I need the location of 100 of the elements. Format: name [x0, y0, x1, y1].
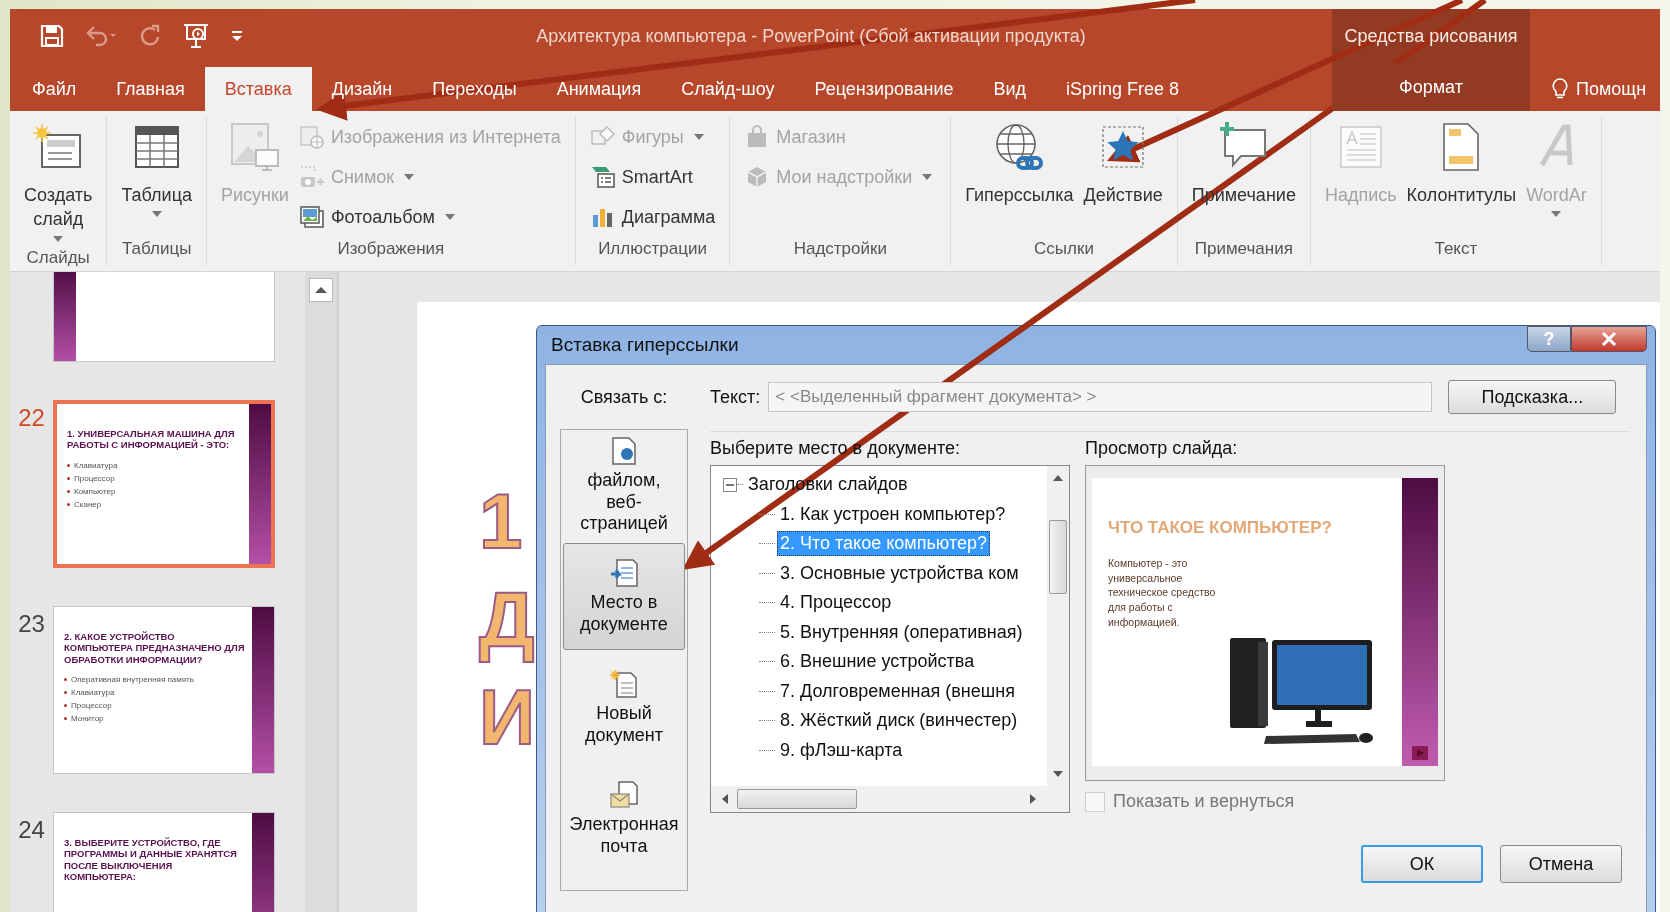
tell-me-field[interactable]: Помощн — [1576, 78, 1647, 100]
scroll-right-icon[interactable] — [1029, 793, 1037, 805]
slide-thumbnail[interactable]: 1. УНИВЕРСАЛЬНАЯ МАШИНА ДЛЯ РАБОТЫ С ИНФОРМАЦИЕЙ - ЭТО: Клавиатура Процессор Компьютер Сканер — [53, 400, 275, 568]
scroll-down-icon[interactable] — [1052, 770, 1064, 778]
thumbnail-title: 3. ВЫБЕРИТЕ УСТРОЙСТВО, ГДЕ ПРОГРАММЫ И ДАННЫЕ ХРАНЯТСЯ ПОСЛЕ ВЫКЛЮЧЕНИЯ КОМПЬЮТЕРА: — [64, 837, 238, 883]
caret-icon — [1551, 211, 1562, 218]
ribbon-tab[interactable]: Переходы — [412, 67, 537, 111]
dialog-button[interactable]: ОК — [1361, 845, 1483, 883]
caret-icon — [404, 174, 415, 180]
ribbon-button[interactable]: Создать слайд — [20, 117, 97, 248]
text-label: Текст: — [710, 386, 761, 408]
smartart-icon — [589, 165, 616, 189]
play-icon — [1412, 746, 1428, 760]
link-type-button[interactable]: файлом, веб-страницей — [563, 432, 685, 539]
thumbnail-bullet: Сканер — [67, 499, 243, 509]
scroll-thumb[interactable] — [1049, 520, 1067, 594]
checkbox-label: Показать и вернуться — [1113, 791, 1295, 812]
group-label: Изображения — [336, 239, 446, 260]
group-label: Текст — [1433, 239, 1479, 260]
screentip-button[interactable]: Подсказка... — [1448, 380, 1617, 414]
group-label: Слайды — [25, 247, 91, 268]
slide-number: 23 — [17, 609, 46, 638]
slide-number: 22 — [17, 403, 46, 432]
vertical-scrollbar[interactable] — [1047, 466, 1069, 786]
tree-item[interactable]: 7. Долговременная (внешня — [777, 678, 1018, 704]
photo-album-icon — [298, 205, 325, 229]
scroll-thumb[interactable] — [737, 789, 857, 809]
thumbnail-bullet: Клавиатура — [64, 688, 246, 698]
document-envelope-icon — [609, 779, 639, 810]
contextual-tab-header: Средства рисования — [1344, 25, 1518, 47]
slide-title-letter: И — [479, 672, 537, 763]
slideshow-icon[interactable] — [182, 23, 210, 49]
online-picture-icon — [298, 125, 325, 149]
preview-label: Просмотр слайда: — [1085, 438, 1239, 459]
scrollbar[interactable] — [305, 272, 339, 912]
scroll-up-icon[interactable] — [309, 278, 333, 302]
window-title: Архитектура компьютера - PowerPoint (Сбой активации продукта) — [535, 25, 1087, 47]
ribbon-tab[interactable]: Рецензирование — [794, 67, 974, 111]
group-label: Иллюстрации — [597, 239, 708, 260]
tree-item[interactable]: 4. Процессор — [777, 590, 895, 616]
customize-icon[interactable] — [230, 29, 244, 43]
ribbon-button[interactable]: Колонтитулы — [1402, 117, 1521, 239]
globe-link-icon — [994, 122, 1045, 172]
ribbon-tab[interactable]: Вставка — [204, 67, 312, 111]
tree-item[interactable]: 3. Основные устройства ком — [777, 560, 1022, 586]
slide-title-letter: 1 — [479, 476, 524, 567]
ribbon-button[interactable]: Таблица — [117, 117, 196, 239]
link-type-button[interactable]: Место в документе — [563, 543, 685, 650]
tree-item[interactable]: 8. Жёсткий диск (винчестер) — [777, 708, 1021, 734]
collapse-icon[interactable] — [723, 477, 737, 492]
scroll-up-icon[interactable] — [1052, 474, 1064, 482]
dialog-title: Вставка гиперссылки — [550, 334, 739, 356]
slide-thumbnail[interactable]: 2. КАКОЕ УСТРОЙСТВО КОМПЬЮТЕРА ПРЕДНАЗНАЧЕНО ДЛЯ ОБРАБОТКИ ИНФОРМАЦИИ? Оперативная внутренняя память Клавиатура Процессор Монитор — [53, 606, 275, 774]
group-label: Ссылки — [1033, 239, 1095, 260]
new-document-icon — [609, 668, 639, 699]
page-icon — [1441, 122, 1482, 172]
ribbon-tab[interactable]: Формат — [1332, 63, 1530, 111]
thumbnail-title: 1. УНИВЕРСАЛЬНАЯ МАШИНА ДЛЯ РАБОТЫ С ИНФОРМАЦИЕЙ - ЭТО: — [67, 428, 236, 451]
link-type-button[interactable]: Электронная почта — [563, 765, 685, 872]
ribbon-button[interactable]: Действие — [1079, 117, 1167, 239]
tree-item[interactable]: 1. Как устроен компьютер? — [777, 501, 1009, 527]
ribbon-button[interactable]: Диаграмма — [585, 199, 720, 235]
save-icon[interactable] — [40, 24, 64, 48]
link-to-label: Связать с: — [579, 385, 669, 409]
thumbnail-title: 2. КАКОЕ УСТРОЙСТВО КОМПЬЮТЕРА ПРЕДНАЗНАЧЕНО ДЛЯ ОБРАБОТКИ ИНФОРМАЦИИ? — [64, 631, 246, 666]
thumbnail-bullet: Оперативная внутренняя память — [64, 675, 246, 685]
horizontal-scrollbar[interactable] — [711, 786, 1069, 812]
lightbulb-icon — [1552, 78, 1568, 100]
thumbnail-bullet: Процессор — [67, 473, 243, 483]
document-arrow-icon — [609, 557, 639, 588]
ribbon-tab[interactable]: Файл — [12, 67, 97, 111]
link-type-button[interactable]: Новый документ — [563, 654, 685, 761]
close-button[interactable] — [1571, 326, 1647, 352]
textbox-icon — [1337, 124, 1384, 170]
ribbon-tab[interactable]: Слайд-шоу — [661, 67, 795, 111]
scroll-left-icon[interactable] — [721, 793, 729, 805]
ribbon-button[interactable]: Фотоальбом — [294, 199, 565, 235]
ribbon-tab[interactable]: iSpring Free 8 — [1046, 67, 1200, 111]
tree-item[interactable]: 6. Внешние устройства — [777, 649, 978, 675]
thumbnail-bullet: Монитор — [64, 714, 246, 724]
camera-icon — [298, 165, 325, 189]
document-globe-icon — [609, 436, 639, 467]
slide-thumbnail[interactable]: 3. ВЫБЕРИТЕ УСТРОЙСТВО, ГДЕ ПРОГРАММЫ И ДАННЫЕ ХРАНЯТСЯ ПОСЛЕ ВЫКЛЮЧЕНИЯ КОМПЬЮТЕРА: — [53, 812, 275, 912]
tree-item[interactable]: 9. фЛэш-карта — [777, 737, 906, 763]
dialog-button[interactable]: Отмена — [1500, 845, 1622, 883]
tree-item[interactable]: 5. Внутренняя (оперативная) — [777, 619, 1026, 645]
ribbon-button[interactable]: SmartArt — [585, 159, 720, 195]
group-label: Примечания — [1193, 239, 1294, 260]
preview-slide-text: Компьютер - это универсальное техническое средство для работы с информацией. — [1108, 556, 1217, 630]
ribbon-tab[interactable]: Анимация — [536, 67, 662, 111]
ribbon-tab[interactable]: Дизайн — [311, 67, 413, 111]
ribbon-tab[interactable]: Главная — [96, 67, 205, 111]
slide-title-letter: Д — [479, 574, 536, 665]
slide-number: 24 — [17, 815, 46, 844]
close-icon — [1601, 332, 1617, 346]
slide-thumbnail[interactable] — [53, 272, 275, 362]
ribbon-tab[interactable]: Вид — [973, 67, 1047, 111]
thumbnail-bullet: Клавиатура — [67, 460, 243, 470]
ribbon-button[interactable]: Гиперссылка — [961, 117, 1078, 239]
caret-icon — [444, 214, 455, 220]
